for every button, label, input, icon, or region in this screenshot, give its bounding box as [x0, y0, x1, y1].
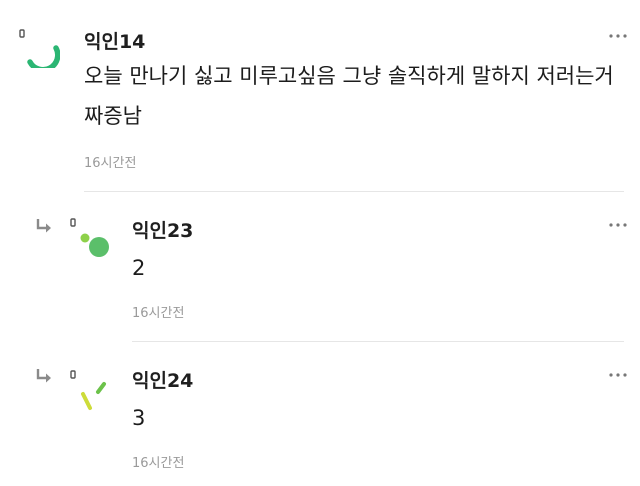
comment-body: 3: [132, 406, 146, 430]
comment-body: 2: [132, 256, 146, 280]
reply-arrow-icon: [36, 369, 51, 383]
comment-timestamp: 16시간전: [132, 456, 185, 471]
dashes-avatar-icon[interactable]: [68, 368, 114, 412]
comment-timestamp: 16시간전: [132, 306, 185, 321]
comment-author[interactable]: 익인24: [132, 366, 193, 393]
arc-avatar-icon[interactable]: [18, 28, 60, 68]
reply-arrow-icon: [36, 219, 51, 233]
comment-item: 익인14 오늘 만나기 싫고 미루고싶음 그냥 솔직하게 말하지 저러는거 짜증…: [0, 0, 640, 192]
reply-item: 익인23 2 16시간전: [0, 192, 640, 342]
comment-body: 오늘 만나기 싫고 미루고싶음 그냥 솔직하게 말하지 저러는거 짜증남: [84, 64, 614, 128]
more-horizontal-icon[interactable]: [608, 31, 628, 41]
comment-author[interactable]: 익인23: [132, 216, 193, 243]
reply-item: 익인24 3 16시간전: [0, 342, 640, 486]
more-horizontal-icon[interactable]: [608, 220, 628, 230]
dots-avatar-icon[interactable]: [68, 216, 114, 260]
comment-timestamp: 16시간전: [84, 156, 137, 171]
more-horizontal-icon[interactable]: [608, 370, 628, 380]
comment-author[interactable]: 익인14: [84, 27, 145, 54]
